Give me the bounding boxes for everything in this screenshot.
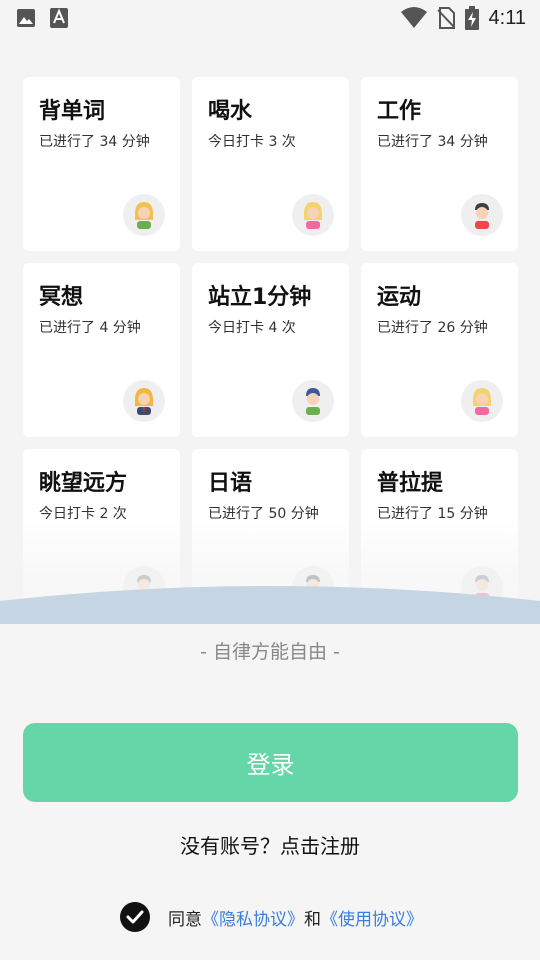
avatar-icon — [123, 194, 165, 236]
agreement-prefix: 同意 — [168, 909, 202, 930]
status-left — [16, 8, 68, 28]
no-sim-icon — [436, 7, 455, 29]
status-right: 4:11 — [400, 6, 526, 30]
habit-subtitle: 已进行了 4 分钟 — [39, 320, 141, 336]
habit-title: 喝水 — [208, 99, 253, 124]
habit-subtitle: 今日打卡 4 次 — [208, 320, 296, 336]
habit-card[interactable]: 运动 已进行了 26 分钟 — [361, 263, 518, 437]
privacy-policy-link[interactable]: 《隐私协议》 — [202, 905, 304, 930]
slogan: - 自律方能自由 - — [200, 641, 340, 663]
habit-title: 冥想 — [39, 285, 84, 310]
avatar-icon — [292, 194, 334, 236]
habit-subtitle: 今日打卡 3 次 — [208, 134, 296, 150]
checkmark-icon — [126, 910, 144, 924]
habit-subtitle: 已进行了 26 分钟 — [377, 320, 488, 336]
habit-card[interactable]: 背单词 已进行了 34 分钟 — [23, 77, 180, 251]
habit-subtitle: 已进行了 34 分钟 — [39, 134, 150, 150]
habit-title: 眺望远方 — [39, 471, 128, 496]
habit-title: 普拉提 — [377, 471, 444, 496]
agreement-row: 同意 《隐私协议》 和 《使用协议》 — [120, 902, 423, 932]
habit-title: 站立1分钟 — [208, 285, 312, 310]
agreement-and: 和 — [304, 909, 321, 930]
login-button[interactable]: 登录 — [23, 723, 518, 802]
habit-title: 日语 — [208, 471, 253, 496]
wifi-icon — [400, 7, 427, 28]
font-icon — [50, 8, 68, 28]
habit-title: 运动 — [377, 285, 422, 310]
avatar-icon — [123, 380, 165, 422]
habit-card[interactable]: 喝水 今日打卡 3 次 — [192, 77, 349, 251]
habit-subtitle: 已进行了 34 分钟 — [377, 134, 488, 150]
avatar-icon — [292, 380, 334, 422]
habit-card[interactable]: 工作 已进行了 34 分钟 — [361, 77, 518, 251]
habit-card[interactable]: 冥想 已进行了 4 分钟 — [23, 263, 180, 437]
battery-charging-icon — [464, 6, 479, 30]
habit-card[interactable]: 站立1分钟 今日打卡 4 次 — [192, 263, 349, 437]
wave-decoration — [0, 586, 540, 624]
habit-title: 背单词 — [39, 99, 106, 124]
agree-checkbox[interactable] — [120, 902, 150, 932]
register-link[interactable]: 没有账号？点击注册 — [0, 830, 540, 859]
avatar-icon — [461, 194, 503, 236]
status-time: 4:11 — [488, 6, 526, 29]
avatar-icon — [461, 380, 503, 422]
terms-of-use-link[interactable]: 《使用协议》 — [321, 905, 423, 930]
habit-title: 工作 — [377, 99, 422, 124]
status-bar: 4:11 — [0, 0, 540, 36]
image-icon — [17, 9, 35, 27]
